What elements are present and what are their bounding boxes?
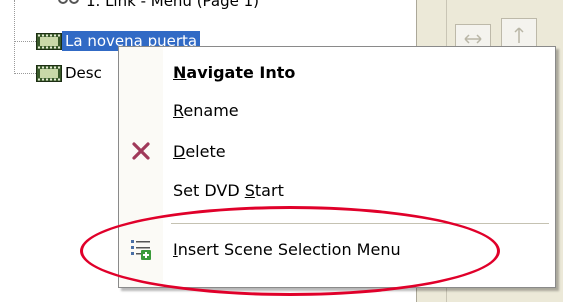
tree-connector bbox=[14, 73, 36, 74]
tree-item-scene[interactable]: Desc bbox=[36, 62, 105, 84]
link-icon bbox=[58, 0, 80, 10]
arrow-up-icon bbox=[513, 26, 525, 48]
menu-separator bbox=[171, 223, 549, 224]
delete-x-icon bbox=[119, 132, 163, 170]
tree-connector bbox=[14, 41, 36, 42]
menu-item-insert-scene-selection-menu[interactable]: Insert Scene Selection Menu bbox=[119, 230, 555, 268]
tree-item-label: Desc bbox=[65, 64, 102, 82]
menu-item-label: Delete bbox=[173, 141, 226, 161]
tree-connector bbox=[14, 0, 15, 74]
film-strip-icon bbox=[36, 64, 62, 82]
menu-item-delete[interactable]: Delete bbox=[119, 132, 555, 170]
menu-item-set-dvd-start[interactable]: Set DVD Start bbox=[119, 171, 555, 209]
menu-item-label: Set DVD Start bbox=[173, 180, 284, 200]
tree-item-partial-label: 1. Link - Menu (Page 1) bbox=[86, 0, 260, 10]
menu-item-label: Rename bbox=[173, 100, 239, 120]
insert-scene-menu-icon bbox=[119, 230, 163, 268]
menu-item-label: Insert Scene Selection Menu bbox=[173, 239, 401, 259]
menu-item-label: Navigate Into bbox=[173, 62, 296, 82]
context-menu: Navigate Into Rename Delete Set DVD Star… bbox=[118, 46, 556, 288]
film-strip-icon bbox=[36, 32, 62, 50]
menu-item-icon-slot bbox=[119, 53, 163, 91]
menu-item-icon-slot bbox=[119, 171, 163, 209]
menu-item-navigate-into[interactable]: Navigate Into bbox=[119, 53, 555, 91]
tree-item-partial[interactable]: 1. Link - Menu (Page 1) bbox=[58, 0, 259, 10]
menu-item-icon-slot bbox=[119, 91, 163, 129]
menu-item-rename[interactable]: Rename bbox=[119, 91, 555, 129]
